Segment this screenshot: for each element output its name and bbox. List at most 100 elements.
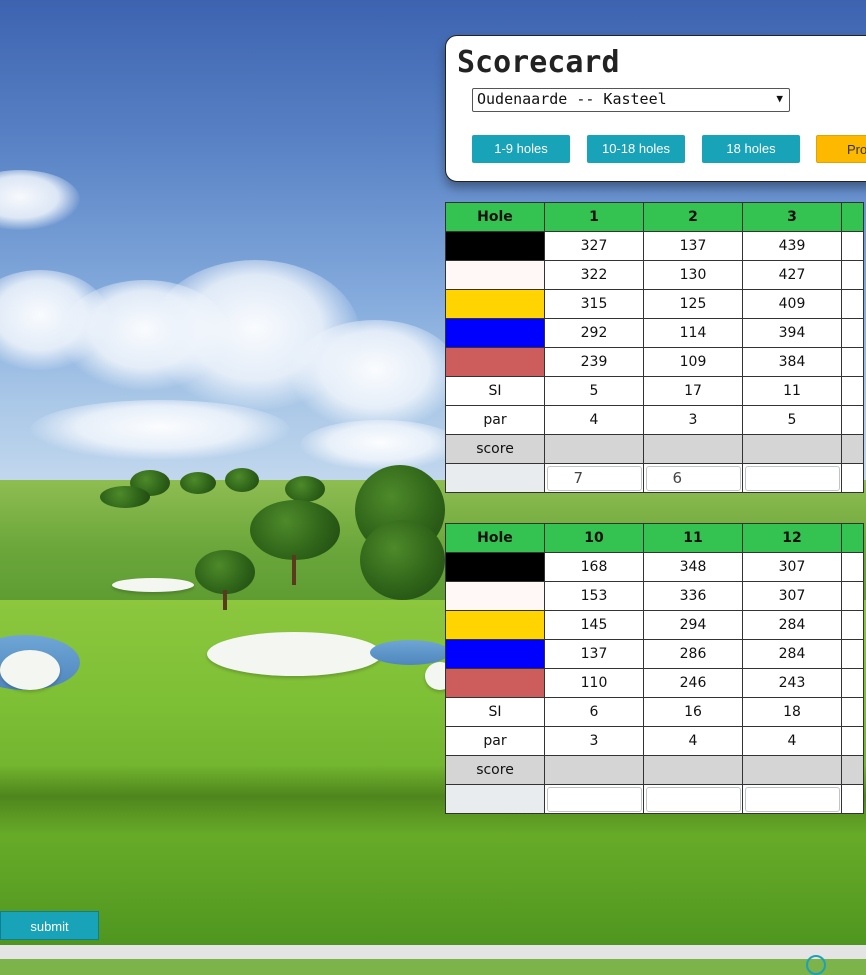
table-row-si: SI 6 16 18 [445, 697, 864, 727]
score-input-hole-3[interactable] [744, 465, 840, 491]
page-title: Scorecard [457, 45, 620, 80]
table-cell: 3 [643, 405, 743, 435]
table-cell [841, 581, 864, 611]
score-input-hole-2[interactable]: 6 [645, 465, 741, 491]
header-cell: 11 [643, 523, 743, 553]
table-cell: 292 [544, 318, 644, 348]
course-select[interactable]: Oudenaarde -- Kasteel ▼ [472, 88, 790, 112]
table-cell: 145 [544, 610, 644, 640]
table-row-white-tee: 153 336 307 [445, 581, 864, 611]
table-cell: 294 [643, 610, 743, 640]
course-select-value: Oudenaarde -- Kasteel [477, 90, 667, 108]
table-row-white-tee: 322 130 427 [445, 260, 864, 290]
holes-10-18-button[interactable]: 10-18 holes [587, 135, 685, 163]
table-row-red-tee: 239 109 384 [445, 347, 864, 377]
table-cell [841, 289, 864, 319]
table-cell: 384 [742, 347, 842, 377]
table-cell: 168 [544, 552, 644, 582]
table-cell: 4 [742, 726, 842, 756]
header-cell: Hole [445, 202, 545, 232]
score-input-clipped[interactable] [841, 784, 864, 814]
table-cell: 327 [544, 231, 644, 261]
table-cell [544, 755, 644, 785]
table-cell [841, 405, 864, 435]
red-tee-swatch [445, 668, 545, 698]
table-row-yellow-tee: 315 125 409 [445, 289, 864, 319]
blue-tee-swatch [445, 318, 545, 348]
table-cell: 394 [742, 318, 842, 348]
score-input-hole-10[interactable] [546, 786, 642, 812]
table-cell: 284 [742, 639, 842, 669]
table-cell [742, 434, 842, 464]
table-cell: 307 [742, 552, 842, 582]
red-tee-swatch [445, 347, 545, 377]
table-cell: 3 [544, 726, 644, 756]
table-cell: 246 [643, 668, 743, 698]
row-label: SI [445, 376, 545, 406]
table-row-yellow-tee: 145 294 284 [445, 610, 864, 640]
header-cell [841, 202, 864, 232]
white-tee-swatch [445, 260, 545, 290]
header-cell: 3 [742, 202, 842, 232]
table-row-black-tee: 168 348 307 [445, 552, 864, 582]
submit-button[interactable]: submit [0, 911, 99, 940]
table-cell [643, 434, 743, 464]
back-nine-table: Hole 10 11 12 168 348 307 153 336 307 14… [445, 523, 864, 814]
table-row-score: score [445, 755, 864, 785]
table-header-row: Hole 10 11 12 [445, 523, 864, 553]
header-cell: 10 [544, 523, 644, 553]
table-cell [841, 376, 864, 406]
table-cell [841, 434, 864, 464]
score-input-hole-12[interactable] [744, 786, 840, 812]
score-input-hole-11[interactable] [645, 786, 741, 812]
table-cell: 17 [643, 376, 743, 406]
holes-1-9-button[interactable]: 1-9 holes [472, 135, 570, 163]
score-input-hole-1[interactable]: 7 [546, 465, 642, 491]
table-cell: 439 [742, 231, 842, 261]
table-cell: 114 [643, 318, 743, 348]
table-cell [841, 668, 864, 698]
table-cell: 4 [544, 405, 644, 435]
table-cell: 110 [544, 668, 644, 698]
table-cell [841, 347, 864, 377]
pro-button[interactable]: Pro [816, 135, 866, 163]
table-cell: 315 [544, 289, 644, 319]
table-cell [643, 755, 743, 785]
table-cell [841, 260, 864, 290]
table-cell [841, 552, 864, 582]
table-cell: 11 [742, 376, 842, 406]
chevron-down-icon: ▼ [776, 92, 783, 105]
table-cell: 6 [544, 697, 644, 727]
table-cell [841, 726, 864, 756]
circle-icon [806, 955, 826, 975]
table-cell [841, 231, 864, 261]
header-cell: 1 [544, 202, 644, 232]
table-row-score-input: 7 6 [445, 463, 864, 493]
table-cell: 348 [643, 552, 743, 582]
table-cell: 409 [742, 289, 842, 319]
table-row-par: par 4 3 5 [445, 405, 864, 435]
table-cell [544, 434, 644, 464]
score-input-clipped[interactable] [841, 463, 864, 493]
table-row-score-input [445, 784, 864, 814]
header-cell: Hole [445, 523, 545, 553]
row-label-empty [445, 784, 545, 814]
yellow-tee-swatch [445, 289, 545, 319]
table-row-si: SI 5 17 11 [445, 376, 864, 406]
front-nine-table: Hole 1 2 3 327 137 439 322 130 427 315 1… [445, 202, 864, 493]
table-row-score: score [445, 434, 864, 464]
black-tee-swatch [445, 231, 545, 261]
table-cell: 284 [742, 610, 842, 640]
table-cell [841, 639, 864, 669]
row-label: score [445, 434, 545, 464]
row-label: SI [445, 697, 545, 727]
table-cell: 286 [643, 639, 743, 669]
table-cell: 307 [742, 581, 842, 611]
white-tee-swatch [445, 581, 545, 611]
holes-18-button[interactable]: 18 holes [702, 135, 800, 163]
table-cell [841, 318, 864, 348]
yellow-tee-swatch [445, 610, 545, 640]
table-cell [841, 610, 864, 640]
table-cell: 130 [643, 260, 743, 290]
table-cell: 4 [643, 726, 743, 756]
